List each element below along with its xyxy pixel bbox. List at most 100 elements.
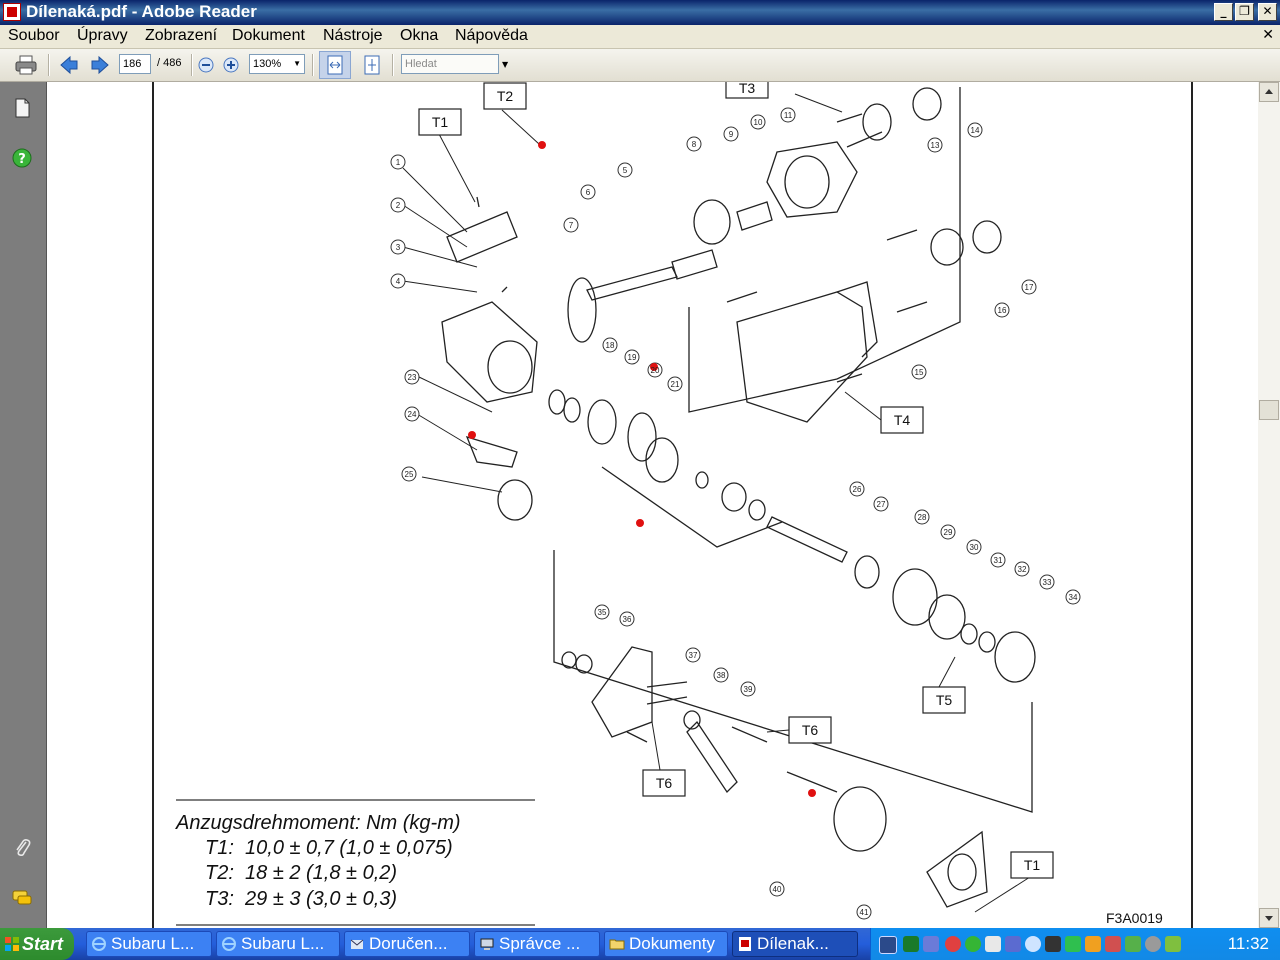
system-tray: 11:32 [870, 928, 1280, 960]
menu-napoveda[interactable]: Nápověda [455, 27, 528, 45]
task-label: Správce ... [499, 934, 581, 953]
fit-width-button[interactable] [319, 51, 351, 79]
fit-width-icon [327, 55, 343, 75]
volume-icon[interactable] [985, 936, 1001, 952]
document-view: T1 T2 T3 T4 T5 T6 T6 T1 Anzugsdrehmoment… [47, 82, 1258, 928]
part-number-label: 32 [1018, 565, 1027, 574]
menu-upravy[interactable]: Úpravy [77, 27, 128, 45]
zoom-out-icon[interactable] [197, 54, 215, 76]
torque-row-t3: T3: 29 ± 3 (3,0 ± 0,3) [205, 888, 397, 910]
menu-nastroje[interactable]: Nástroje [323, 27, 383, 45]
part-number-label: 23 [408, 373, 417, 382]
document-close-icon[interactable]: ✕ [1262, 27, 1274, 43]
part-number-label: 24 [408, 410, 417, 419]
part-number-label: 29 [944, 528, 953, 537]
task-label: Subaru L... [111, 934, 195, 953]
part-number-label: 39 [744, 685, 753, 694]
toolbar: 186 / 486 130% ▼ Hledat ▼ [0, 49, 1280, 82]
callout-t6-lower: T6 [656, 775, 673, 791]
windows-logo-icon [5, 937, 19, 951]
part-number-label: 14 [971, 126, 980, 135]
start-button[interactable]: Start [0, 928, 74, 960]
search-tray-icon[interactable] [1025, 936, 1041, 952]
language-icon[interactable] [879, 936, 897, 954]
tray-app-icon[interactable] [903, 936, 919, 952]
menu-zobrazeni[interactable]: Zobrazení [145, 27, 217, 45]
pages-icon[interactable] [11, 97, 33, 119]
network-icon[interactable] [923, 936, 939, 952]
part-number-label: 8 [692, 140, 697, 149]
task-doruceno[interactable]: Doručen... [344, 931, 470, 957]
part-number-label: 31 [994, 556, 1003, 565]
menu-soubor[interactable]: Soubor [8, 27, 60, 45]
messenger-icon[interactable] [965, 936, 981, 952]
title-bar: Dílenaká.pdf - Adobe Reader _ ❐ ✕ [0, 0, 1280, 25]
zoom-in-icon[interactable] [222, 54, 240, 76]
part-number-label: 26 [853, 485, 862, 494]
tray-tool-icon[interactable] [1105, 936, 1121, 952]
next-page-icon[interactable] [89, 54, 111, 76]
part-number-label: 2 [396, 201, 401, 210]
callout-t6: T6 [802, 722, 819, 738]
svg-text:?: ? [18, 152, 26, 167]
task-dilenaka[interactable]: Dílenak... [732, 931, 858, 957]
help-icon[interactable]: ? [11, 147, 33, 169]
tray-misc-icon[interactable] [1165, 936, 1181, 952]
computer-icon [480, 938, 494, 950]
fit-page-icon[interactable] [361, 54, 383, 76]
task-label: Dokumenty [629, 934, 715, 953]
navigation-pane: ? [0, 82, 47, 928]
search-input[interactable]: Hledat [401, 54, 499, 74]
disk-icon[interactable] [1145, 936, 1161, 952]
menu-dokument[interactable]: Dokument [232, 27, 305, 45]
scroll-down-button[interactable] [1259, 908, 1279, 928]
comments-icon[interactable] [11, 887, 33, 909]
part-number-label: 9 [729, 130, 734, 139]
taskbar: Start Subaru L... Subaru L... Doručen...… [0, 928, 1280, 960]
part-number-label: 20 [651, 366, 660, 375]
task-subaru-1[interactable]: Subaru L... [86, 931, 212, 957]
scroll-down-icon [1265, 916, 1273, 921]
part-number-label: 35 [598, 608, 607, 617]
part-number-label: 5 [623, 166, 628, 175]
antivirus-icon[interactable] [945, 936, 961, 952]
page-number-input[interactable]: 186 [119, 54, 151, 74]
search-dropdown-icon[interactable]: ▼ [502, 60, 508, 69]
print-icon[interactable] [14, 54, 38, 76]
zoom-level-select[interactable]: 130% ▼ [249, 54, 305, 74]
task-subaru-2[interactable]: Subaru L... [216, 931, 340, 957]
scroll-thumb[interactable] [1259, 400, 1279, 420]
part-number-label: 4 [396, 277, 401, 286]
task-dokumenty[interactable]: Dokumenty [604, 931, 728, 957]
vertical-scrollbar[interactable] [1258, 82, 1280, 928]
display-icon[interactable] [1045, 936, 1061, 952]
close-button[interactable]: ✕ [1258, 3, 1277, 21]
page-total: / 486 [157, 57, 182, 69]
torque-row-t2: T2: 18 ± 2 (1,8 ± 0,2) [205, 862, 397, 884]
menu-okna[interactable]: Okna [400, 27, 438, 45]
previous-page-icon[interactable] [58, 54, 80, 76]
part-number-label: 27 [877, 500, 886, 509]
part-number-label: 13 [931, 141, 940, 150]
scroll-up-button[interactable] [1259, 82, 1279, 102]
nvidia-icon[interactable] [1125, 936, 1141, 952]
part-number-label: 21 [671, 380, 680, 389]
zoom-level-value: 130% [253, 58, 282, 70]
attachments-icon[interactable] [11, 836, 33, 858]
play-icon[interactable] [1065, 936, 1081, 952]
part-number-label: 33 [1043, 578, 1052, 587]
part-number-label: 17 [1025, 283, 1034, 292]
network-status-icon[interactable] [1005, 936, 1021, 952]
scroll-up-icon [1265, 89, 1273, 94]
part-number-label: 30 [970, 543, 979, 552]
menu-bar: Soubor Úpravy Zobrazení Dokument Nástroj… [0, 25, 1280, 49]
minimize-button[interactable]: _ [1214, 3, 1233, 21]
task-spravce[interactable]: Správce ... [474, 931, 600, 957]
clock[interactable]: 11:32 [1228, 928, 1269, 960]
part-number-label: 34 [1069, 593, 1078, 602]
part-number-label: 10 [754, 118, 763, 127]
windows-update-icon[interactable] [1085, 936, 1101, 952]
part-number-label: 15 [915, 368, 924, 377]
maximize-button[interactable]: ❐ [1235, 3, 1254, 21]
task-label: Subaru L... [241, 934, 325, 953]
